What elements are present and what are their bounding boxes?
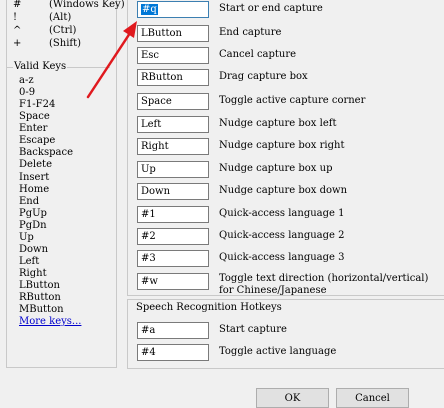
- valid-key-item: Delete: [19, 159, 52, 170]
- valid-key-item: 0-9: [19, 87, 36, 98]
- valid-key-item: Up: [19, 232, 34, 243]
- hotkey-input-nudge-left[interactable]: Left: [137, 116, 209, 133]
- hotkey-input-nudge-down[interactable]: Down: [137, 183, 209, 200]
- hotkey-input-toggle-corner[interactable]: Space: [137, 93, 209, 110]
- hotkey-label: Quick-access language 3: [219, 252, 345, 263]
- valid-key-item: Left: [19, 256, 40, 267]
- more-keys-link[interactable]: More keys...: [19, 316, 81, 327]
- hotkey-input-nudge-up[interactable]: Up: [137, 161, 209, 178]
- hotkey-input-cancel-capture[interactable]: Esc: [137, 47, 209, 64]
- valid-key-item: Insert: [19, 172, 50, 183]
- valid-key-item: Down: [19, 244, 49, 255]
- hotkey-input-language-1[interactable]: #1: [137, 206, 209, 223]
- hotkey-label: Nudge capture box down: [219, 185, 348, 196]
- hotkey-label: Quick-access language 1: [219, 208, 345, 219]
- hotkey-label: Nudge capture box left: [219, 118, 337, 129]
- valid-key-item: Escape: [19, 135, 56, 146]
- hotkey-label: Start or end capture: [219, 3, 323, 14]
- hotkey-label: Nudge capture box up: [219, 163, 333, 174]
- speech-group-title: Speech Recognition Hotkeys: [136, 302, 282, 313]
- hotkey-label-line2: for Chinese/Japanese: [219, 285, 327, 296]
- valid-key-item: Enter: [19, 123, 48, 134]
- hotkey-label: Toggle text direction (horizontal/vertic…: [219, 273, 429, 284]
- valid-key-item: Right: [19, 268, 47, 279]
- speech-label: Start capture: [219, 324, 287, 335]
- valid-key-item: End: [19, 196, 40, 207]
- hotkey-input-drag-box[interactable]: RButton: [137, 69, 209, 86]
- modifier-row: + (Shift): [13, 38, 82, 49]
- modifier-row: ! (Alt): [13, 12, 72, 23]
- hotkey-input-language-2[interactable]: #2: [137, 228, 209, 245]
- hotkey-input-language-3[interactable]: #3: [137, 250, 209, 267]
- valid-key-item: Backspace: [19, 147, 73, 158]
- hotkey-label: Quick-access language 2: [219, 230, 345, 241]
- modifier-row: ^ (Ctrl): [13, 25, 77, 36]
- modifier-row: # (Windows Key): [13, 0, 125, 10]
- valid-key-item: F1-F24: [19, 99, 56, 110]
- hotkey-label: Toggle active capture corner: [219, 95, 366, 106]
- ok-button[interactable]: OK: [256, 388, 329, 408]
- valid-key-item: a-z: [19, 75, 34, 86]
- hotkey-input-text-direction[interactable]: #w: [137, 273, 209, 290]
- speech-input-toggle-language[interactable]: #4: [137, 344, 209, 361]
- valid-key-item: Home: [19, 184, 50, 195]
- valid-key-item: PgDn: [19, 220, 47, 231]
- hotkey-label: End capture: [219, 27, 282, 38]
- valid-key-item: MButton: [19, 304, 64, 315]
- hotkey-label: Drag capture box: [219, 71, 308, 82]
- hotkey-label: Nudge capture box right: [219, 140, 345, 151]
- valid-key-item: PgUp: [19, 208, 47, 219]
- valid-key-item: LButton: [19, 280, 60, 291]
- cancel-button[interactable]: Cancel: [336, 388, 409, 408]
- speech-label: Toggle active language: [219, 346, 337, 357]
- hotkey-label: Cancel capture: [219, 49, 297, 60]
- hotkey-input-nudge-right[interactable]: Right: [137, 138, 209, 155]
- valid-key-item: RButton: [19, 292, 61, 303]
- valid-keys-title: Valid Keys: [13, 61, 68, 73]
- speech-input-start-capture[interactable]: #a: [137, 322, 209, 339]
- valid-key-item: Space: [19, 111, 50, 122]
- hotkey-input-start-capture[interactable]: #q: [137, 1, 209, 18]
- hotkey-input-end-capture[interactable]: LButton: [137, 25, 209, 42]
